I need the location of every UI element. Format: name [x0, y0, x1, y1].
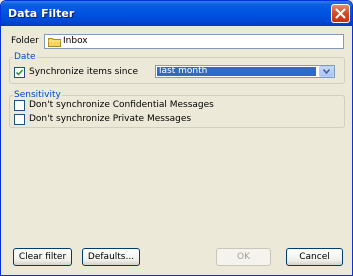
- synchronize-since-checkbox[interactable]: [14, 67, 25, 78]
- window-title: Data Filter: [8, 7, 75, 20]
- folder-field[interactable]: Inbox: [44, 34, 344, 49]
- cancel-button[interactable]: Cancel: [286, 248, 343, 266]
- close-button[interactable]: [331, 4, 350, 23]
- confidential-checkbox[interactable]: [14, 100, 25, 111]
- since-dropdown-value: last month: [157, 67, 316, 76]
- clear-filter-button[interactable]: Clear filter: [13, 248, 72, 266]
- folder-value: Inbox: [63, 36, 88, 46]
- close-icon: [335, 8, 346, 19]
- ok-button[interactable]: OK: [216, 248, 271, 266]
- title-bar[interactable]: Data Filter: [1, 1, 352, 26]
- checkmark-icon: [16, 69, 23, 76]
- dropdown-arrow-button[interactable]: [319, 66, 334, 77]
- chevron-down-icon: [323, 69, 330, 74]
- since-dropdown[interactable]: last month: [155, 65, 335, 78]
- confidential-label[interactable]: Don't synchronize Confidential Messages: [29, 100, 214, 111]
- private-checkbox[interactable]: [14, 114, 25, 125]
- folder-icon: [48, 38, 61, 47]
- synchronize-since-label[interactable]: Synchronize items since: [29, 67, 138, 78]
- date-group-title: Date: [13, 52, 37, 63]
- defaults-button[interactable]: Defaults...: [82, 248, 140, 266]
- dialog-body: Folder Inbox Date Synchronize items sinc…: [4, 26, 349, 272]
- data-filter-dialog: Data Filter Folder Inbox Date Synchroniz…: [0, 0, 353, 276]
- private-label[interactable]: Don't synchronize Private Messages: [29, 114, 191, 125]
- folder-label: Folder: [11, 36, 39, 46]
